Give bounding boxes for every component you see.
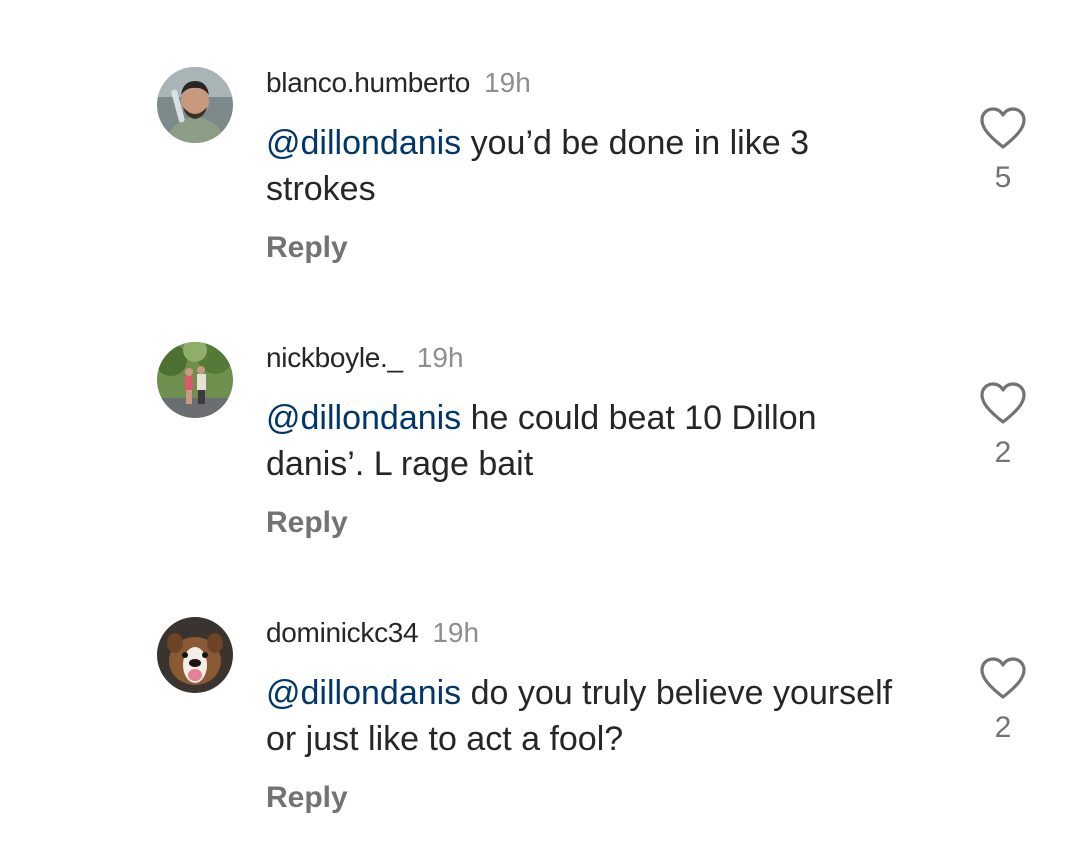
- reply-button[interactable]: Reply: [266, 780, 348, 816]
- comment-text: @dillondanis do you truly believe yourse…: [266, 670, 916, 762]
- timestamp: 19h: [432, 617, 480, 648]
- like-count: 2: [994, 711, 1012, 744]
- like-group: 5: [976, 106, 1030, 196]
- comment-header: blanco.humberto 19h: [266, 66, 531, 100]
- username[interactable]: blanco.humberto: [266, 67, 470, 98]
- like-count: 5: [994, 161, 1012, 194]
- timestamp: 19h: [484, 67, 531, 98]
- comment-text: @dillondanis you’d be done in like 3 str…: [266, 120, 916, 212]
- comment-header: nickboyle._ 19h: [266, 341, 464, 375]
- username[interactable]: nickboyle._: [266, 342, 403, 373]
- heart-outline-icon[interactable]: [976, 106, 1030, 150]
- timestamp: 19h: [416, 342, 464, 373]
- avatar[interactable]: [157, 67, 233, 143]
- avatar[interactable]: [157, 342, 233, 418]
- comment-item: dominickc34 19h @dillondanis do you truly…: [0, 550, 1080, 814]
- reply-button[interactable]: Reply: [266, 505, 348, 541]
- comment-text: @dillondanis he could beat 10 Dillon dan…: [266, 395, 916, 487]
- comment-item: blanco.humberto 19h @dillondanis you’d be…: [0, 0, 1080, 264]
- avatar[interactable]: [157, 617, 233, 693]
- like-count: 2: [994, 436, 1012, 469]
- mention-link[interactable]: @dillondanis: [266, 674, 461, 712]
- mention-link[interactable]: @dillondanis: [266, 399, 461, 437]
- like-group: 2: [976, 656, 1030, 746]
- heart-outline-icon[interactable]: [976, 381, 1030, 425]
- mention-link[interactable]: @dillondanis: [266, 124, 461, 162]
- reply-button[interactable]: Reply: [266, 230, 348, 266]
- like-group: 2: [976, 381, 1030, 471]
- comment-item: nickboyle._ 19h @dillondanis he could bea…: [0, 275, 1080, 539]
- username[interactable]: dominickc34: [266, 617, 419, 648]
- comment-header: dominickc34 19h: [266, 616, 479, 650]
- heart-outline-icon[interactable]: [976, 656, 1030, 700]
